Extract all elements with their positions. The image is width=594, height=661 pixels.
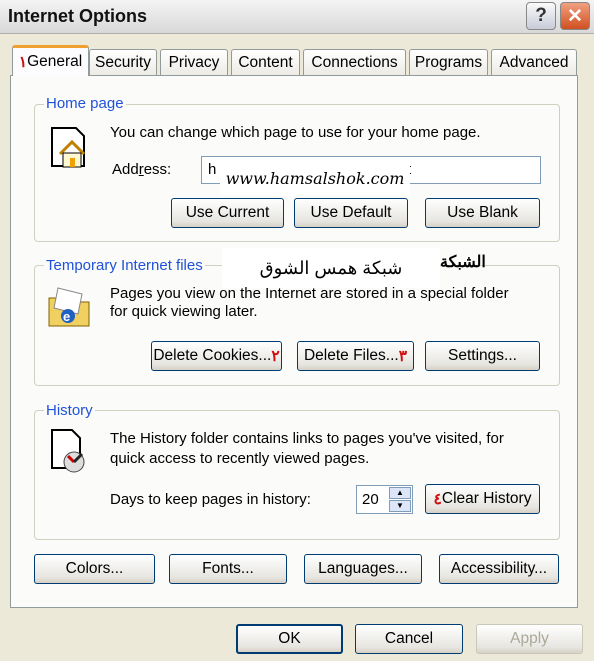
tab-security[interactable]: Security bbox=[89, 49, 157, 75]
history-legend: History bbox=[44, 402, 95, 419]
close-button[interactable]: ✕ bbox=[560, 2, 590, 30]
ok-button[interactable]: OK bbox=[236, 624, 343, 654]
button-label: Delete Files... bbox=[303, 347, 399, 364]
temp-files-legend: Temporary Internet files bbox=[44, 257, 205, 274]
days-spinner[interactable]: 20 ▲ ▼ bbox=[356, 485, 413, 514]
settings-button[interactable]: Settings... bbox=[425, 341, 540, 371]
fonts-button[interactable]: Fonts... bbox=[169, 554, 287, 584]
marker-3: ٣ bbox=[398, 347, 408, 365]
temp-files-line2: for quick viewing later. bbox=[110, 303, 258, 320]
home-page-icon bbox=[51, 127, 86, 168]
history-line2: quick access to recently viewed pages. bbox=[110, 450, 370, 467]
temp-files-folder-icon: e bbox=[48, 287, 90, 327]
tab-label: General bbox=[27, 53, 83, 70]
accessibility-button[interactable]: Accessibility... bbox=[439, 554, 559, 584]
use-blank-button[interactable]: Use Blank bbox=[425, 198, 540, 228]
marker-2: ٢ bbox=[271, 347, 280, 365]
watermark-arabic: شبكة همس الشوق bbox=[222, 248, 440, 288]
watermark-bold: الشبكة bbox=[440, 254, 486, 271]
tab-programs[interactable]: Programs bbox=[409, 49, 488, 75]
use-default-button[interactable]: Use Default bbox=[294, 198, 408, 228]
tab-advanced[interactable]: Advanced bbox=[491, 49, 577, 75]
languages-button[interactable]: Languages... bbox=[304, 554, 422, 584]
clear-history-button[interactable]: ٤ Clear History bbox=[425, 484, 540, 514]
svg-text:e: e bbox=[63, 309, 70, 324]
watermark: www.hamsalshok.com bbox=[220, 160, 410, 196]
button-label: Delete Cookies... bbox=[153, 347, 272, 364]
use-current-button[interactable]: Use Current bbox=[171, 198, 284, 228]
spinner-down-icon[interactable]: ▼ bbox=[389, 500, 411, 512]
days-label: Days to keep pages in history: bbox=[110, 491, 311, 508]
temp-files-line1: Pages you view on the Internet are store… bbox=[110, 285, 509, 302]
help-button[interactable]: ? bbox=[526, 2, 556, 30]
marker-4: ٤ bbox=[433, 490, 442, 508]
history-line1: The History folder contains links to pag… bbox=[110, 430, 504, 447]
tab-general[interactable]: ١ General bbox=[12, 45, 89, 76]
colors-button[interactable]: Colors... bbox=[34, 554, 155, 584]
tab-privacy[interactable]: Privacy bbox=[160, 49, 228, 75]
history-icon bbox=[51, 429, 85, 473]
apply-button[interactable]: Apply bbox=[476, 624, 583, 654]
window-title: Internet Options bbox=[8, 6, 147, 26]
address-value: h bbox=[208, 161, 217, 178]
delete-cookies-button[interactable]: Delete Cookies... ٢ bbox=[151, 341, 282, 371]
button-label: Clear History bbox=[441, 490, 532, 507]
days-value: 20 bbox=[362, 491, 379, 508]
marker-1: ١ bbox=[18, 53, 28, 71]
delete-files-button[interactable]: Delete Files... ٣ bbox=[297, 341, 414, 371]
home-page-legend: Home page bbox=[44, 95, 126, 112]
cancel-button[interactable]: Cancel bbox=[355, 624, 463, 654]
spinner-up-icon[interactable]: ▲ bbox=[389, 487, 411, 499]
tab-content[interactable]: Content bbox=[231, 49, 300, 75]
home-page-description: You can change which page to use for you… bbox=[110, 124, 481, 141]
tab-connections[interactable]: Connections bbox=[303, 49, 406, 75]
address-label: Address: bbox=[112, 161, 172, 178]
